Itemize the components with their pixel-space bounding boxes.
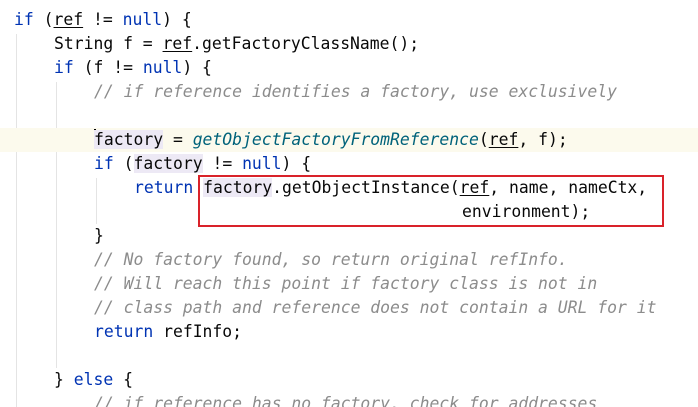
- code-text: refInfo;: [153, 322, 243, 341]
- factory-variable: factory: [94, 130, 164, 149]
- code-text: ) {: [182, 58, 212, 77]
- code-text: ) {: [281, 154, 312, 173]
- code-comment-line-13[interactable]: // class path and reference does not con…: [94, 296, 656, 320]
- code-text: ) {: [162, 10, 192, 29]
- method-name: getObjectFactoryFromReference: [192, 130, 479, 149]
- keyword-null: null: [122, 10, 163, 29]
- code-text: =: [163, 130, 193, 149]
- comment-text: // if reference has no factory, check fo…: [94, 394, 598, 407]
- indent-guide: [56, 82, 57, 368]
- code-text: {: [113, 370, 133, 389]
- code-line-14[interactable]: return refInfo;: [94, 320, 242, 344]
- comment-text: // if reference identifies a factory, us…: [94, 82, 618, 101]
- code-text: !=: [83, 10, 123, 29]
- code-comment-line-11[interactable]: // No factory found, so return original …: [94, 248, 568, 272]
- code-line-1[interactable]: if (ref != null) {: [14, 8, 192, 32]
- code-text: String f =: [54, 34, 163, 53]
- comment-text: // No factory found, so return original …: [94, 250, 568, 269]
- code-line-16[interactable]: } else {: [54, 368, 133, 392]
- code-text: (f !=: [73, 58, 143, 77]
- ref-variable: ref: [162, 34, 193, 53]
- indent-guide: [96, 178, 97, 224]
- code-text: .getFactoryClassName();: [192, 34, 420, 53]
- ref-variable: ref: [488, 130, 519, 149]
- closing-brace: }: [94, 226, 104, 245]
- code-line-2[interactable]: String f = ref.getFactoryClassName();: [54, 32, 419, 56]
- comment-text: // class path and reference does not con…: [94, 298, 657, 317]
- code-line-6[interactable]: factory = getObjectFactoryFromReference(…: [94, 128, 568, 152]
- keyword-if: if: [94, 154, 114, 173]
- keyword-else: else: [73, 370, 114, 389]
- keyword-return: return: [134, 178, 194, 197]
- code-text: !=: [202, 154, 243, 173]
- code-editor[interactable]: if (ref != null) { String f = ref.getFac…: [0, 0, 698, 407]
- comment-text: // Will reach this point if factory clas…: [94, 274, 598, 293]
- highlight-box: [198, 175, 664, 227]
- keyword-null: null: [142, 58, 183, 77]
- keyword-return: return: [94, 322, 154, 341]
- code-text: (: [113, 154, 134, 173]
- keyword-if: if: [54, 58, 74, 77]
- code-comment-line-4[interactable]: // if reference identifies a factory, us…: [94, 80, 617, 104]
- code-comment-line-12[interactable]: // Will reach this point if factory clas…: [94, 272, 597, 296]
- code-text: , f);: [518, 130, 568, 149]
- indent-guide: [16, 34, 17, 407]
- closing-brace: }: [54, 370, 74, 389]
- code-text: (: [478, 130, 489, 149]
- factory-variable: factory: [133, 154, 203, 173]
- code-line-7[interactable]: if (factory != null) {: [94, 152, 311, 176]
- code-text: (: [33, 10, 54, 29]
- code-line-10[interactable]: }: [94, 224, 104, 248]
- keyword-if: if: [14, 10, 34, 29]
- keyword-null: null: [242, 154, 282, 173]
- code-line-3[interactable]: if (f != null) {: [54, 56, 212, 80]
- code-comment-line-17[interactable]: // if reference has no factory, check fo…: [94, 392, 597, 407]
- ref-variable: ref: [53, 10, 84, 29]
